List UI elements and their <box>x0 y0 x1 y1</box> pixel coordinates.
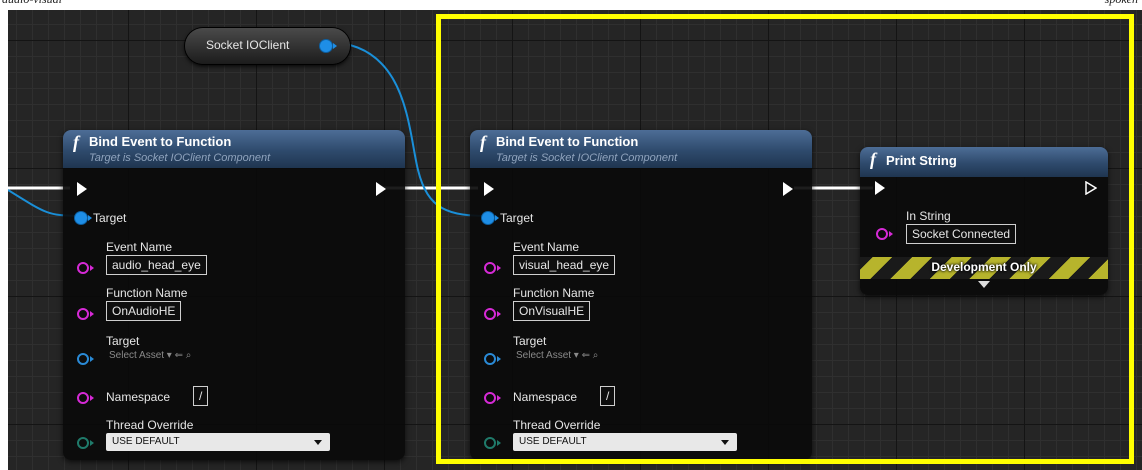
socket-ioclient-variable-node[interactable]: Socket IOClient <box>185 28 350 64</box>
thread-override-pin-icon[interactable] <box>77 437 94 449</box>
node-header: f Bind Event to Function Target is Socke… <box>63 130 405 168</box>
select-asset-dropdown[interactable]: Select Asset ▾ ⇐ ⌕ <box>109 350 191 361</box>
bind-event-node-audio[interactable]: f Bind Event to Function Target is Socke… <box>63 130 405 460</box>
event-name-input[interactable]: audio_head_eye <box>106 255 207 275</box>
namespace-input[interactable]: / <box>193 386 209 406</box>
variable-output-pin[interactable] <box>320 40 337 52</box>
variable-label: Socket IOClient <box>206 38 290 52</box>
chevron-down-icon <box>314 440 322 445</box>
target-asset-label: Target <box>106 334 140 348</box>
function-name-input[interactable]: OnAudioHE <box>106 301 182 321</box>
exec-input-pin[interactable] <box>77 182 87 196</box>
caption-strip: audio-visual spoken <box>0 0 1142 10</box>
namespace-label: Namespace <box>106 390 171 404</box>
function-name-pin-icon[interactable] <box>77 308 94 320</box>
thread-override-dropdown[interactable]: USE DEFAULT <box>106 433 330 451</box>
thread-override-value: USE DEFAULT <box>112 436 180 447</box>
right-caption: spoken <box>1105 0 1138 7</box>
function-icon: f <box>73 132 79 152</box>
selection-highlight-box <box>436 14 1134 464</box>
event-name-pin-icon[interactable] <box>77 262 94 274</box>
event-name-label: Event Name <box>106 240 173 254</box>
target-label: Target <box>93 211 127 225</box>
target-pin[interactable]: Target <box>75 211 126 225</box>
target-asset-pin-icon[interactable] <box>77 353 94 365</box>
object-pin-icon <box>75 212 92 224</box>
namespace-pin-icon[interactable] <box>77 392 94 404</box>
function-name-label: Function Name <box>106 286 188 300</box>
node-subtitle: Target is Socket IOClient Component <box>89 152 271 164</box>
node-title: Bind Event to Function <box>89 134 232 149</box>
blueprint-graph-canvas[interactable]: Socket IOClient f Bind Event to Function… <box>8 10 1142 470</box>
thread-override-label: Thread Override <box>106 418 194 432</box>
exec-output-pin[interactable] <box>376 182 386 196</box>
left-caption: audio-visual <box>2 0 62 7</box>
